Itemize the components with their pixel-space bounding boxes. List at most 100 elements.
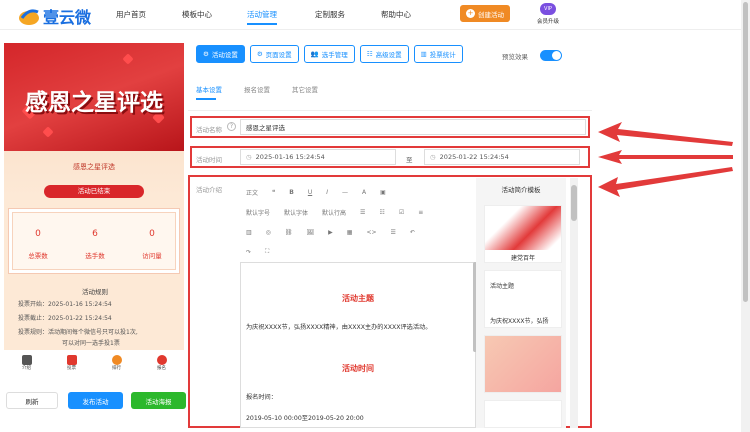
rank-label: 排行 xyxy=(112,365,121,371)
redo-icon[interactable]: ↷ xyxy=(246,249,251,256)
template-card[interactable]: 建党百年 xyxy=(484,205,562,263)
bottom-nav-vote[interactable]: 投票 xyxy=(66,354,77,371)
poster-button[interactable]: 活动海报 xyxy=(131,392,186,409)
image-icon[interactable]: 🖼 xyxy=(307,229,315,236)
tab-contestant-management[interactable]: 👥 选手管理 xyxy=(303,45,355,63)
preview-bottom-nav: 介绍 投票 排行 报名 xyxy=(4,350,184,375)
checklist-icon[interactable]: ☑ xyxy=(399,209,404,216)
bg-color-button[interactable]: ▣ xyxy=(380,189,386,196)
stat-label-visits: 访问量 xyxy=(142,252,162,260)
content-paragraph: 报名时间： xyxy=(246,394,277,401)
stat-value-visits: 0 xyxy=(149,229,155,239)
intro-label: 介绍 xyxy=(22,365,31,371)
quote-button[interactable]: ❝ xyxy=(272,189,275,196)
template-caption: 为庆祝XXXX节，弘扬 xyxy=(490,318,549,325)
toolbar-row: ↷ ⛶ xyxy=(246,242,472,262)
plus-icon: + xyxy=(466,9,475,18)
italic-button[interactable]: I xyxy=(326,189,328,196)
rank-icon xyxy=(111,354,122,365)
nav-template-center[interactable]: 模板中心 xyxy=(182,9,212,20)
logo-icon xyxy=(19,9,39,25)
heart-decoration xyxy=(42,126,54,138)
divider-icon[interactable]: ☰ xyxy=(391,229,396,236)
help-icon[interactable]: ? xyxy=(227,122,236,131)
undo-icon[interactable]: ↶ xyxy=(410,229,415,236)
numbered-list-icon[interactable]: ☷ xyxy=(379,209,384,216)
rich-text-editor[interactable]: 活动主题 为庆祝XXXX节，弘扬XXXX精神，由XXXX主办的XXXX评选活动。… xyxy=(240,262,476,428)
subtab-underline xyxy=(196,98,216,100)
stats-box xyxy=(12,212,176,270)
video-icon[interactable]: ▶ xyxy=(328,229,333,236)
nav-activity-management[interactable]: 活动管理 xyxy=(247,9,277,25)
bullet-list-icon[interactable]: ☰ xyxy=(360,209,365,216)
name-value: 感恩之星评选 xyxy=(246,124,285,132)
nav-help-center[interactable]: 帮助中心 xyxy=(381,9,411,20)
tab-label: 选手管理 xyxy=(321,51,348,59)
tab-page-settings[interactable]: ⚙ 页面设置 xyxy=(249,45,299,63)
subtab-signup[interactable]: 报名设置 xyxy=(244,84,270,94)
table-icon[interactable]: ▦ xyxy=(347,229,353,236)
font-color-button[interactable]: A xyxy=(362,189,366,196)
hr-button[interactable]: — xyxy=(342,189,348,196)
create-activity-button[interactable]: + 创建活动 xyxy=(460,5,510,22)
refresh-button[interactable]: 刷新 xyxy=(6,392,58,409)
rich-text-toolbar: 正文 ❝ B U I — A ▣ 默认字号 默认字体 默认行高 ☰ ☷ ☑ ≡ … xyxy=(246,182,472,260)
fullscreen-icon[interactable]: ⛶ xyxy=(265,248,269,256)
end-time-value: 2025-01-22 15:24:54 xyxy=(439,153,509,161)
toggle-knob xyxy=(552,51,561,60)
tab-label: 投票统计 xyxy=(429,51,456,59)
content-paragraph: 2019-05-10 00:00至2019-05-20 20:00 xyxy=(246,415,364,422)
editor-tabs: ⚙ 活动设置 ⚙ 页面设置 👥 选手管理 ☷ 高级设置 ▥ 投票统计 xyxy=(196,45,463,63)
gear-icon: ⚙ xyxy=(256,50,263,58)
bottom-nav-rank[interactable]: 排行 xyxy=(111,354,122,371)
users-icon: 👥 xyxy=(310,50,319,58)
rule-start: 投票开始：2025-01-16 15:24:54 xyxy=(18,301,112,308)
panel-scrollbar-thumb[interactable] xyxy=(571,185,577,221)
content-paragraph: 为庆祝XXXX节，弘扬XXXX精神，由XXXX主办的XXXX评选活动。 xyxy=(246,324,432,331)
name-input[interactable]: 感恩之星评选 xyxy=(240,119,586,135)
emoji-icon[interactable]: ◎ xyxy=(266,229,271,236)
indent-icon[interactable]: ▥ xyxy=(246,229,252,236)
nav-custom-service[interactable]: 定制服务 xyxy=(315,9,345,20)
start-time-input[interactable]: ◷ 2025-01-16 15:24:54 xyxy=(240,149,396,165)
logo-text: 壹云微 xyxy=(43,8,92,27)
tab-label: 活动设置 xyxy=(211,51,238,59)
template-card[interactable]: 活动主题 为庆祝XXXX节，弘扬 xyxy=(484,270,562,328)
bottom-nav-signup[interactable]: 报名 xyxy=(156,354,167,371)
name-label: 活动名称 xyxy=(196,126,222,134)
vip-icon: VIP xyxy=(540,3,556,15)
end-time-input[interactable]: ◷ 2025-01-22 15:24:54 xyxy=(424,149,580,165)
nav-user-home[interactable]: 用户首页 xyxy=(116,9,146,20)
bold-button[interactable]: B xyxy=(289,189,294,196)
stat-label-contestants: 选手数 xyxy=(85,252,105,260)
signup-label: 报名 xyxy=(157,365,166,371)
bottom-nav-intro[interactable]: 介绍 xyxy=(21,354,32,371)
vip-label: 会员升级 xyxy=(536,19,559,25)
code-icon[interactable]: <> xyxy=(366,229,376,236)
tab-advanced-settings[interactable]: ☷ 高级设置 xyxy=(359,45,409,63)
font-family-dropdown[interactable]: 默认字体 xyxy=(284,208,308,217)
link-icon[interactable]: ⛓ xyxy=(285,229,293,236)
brand-logo[interactable]: 壹云微 xyxy=(18,4,91,28)
line-height-dropdown[interactable]: 默认行高 xyxy=(322,208,346,217)
vip-upgrade[interactable]: VIP 会员升级 xyxy=(532,3,564,25)
font-size-dropdown[interactable]: 默认字号 xyxy=(246,208,270,217)
publish-button[interactable]: 发布活动 xyxy=(68,392,123,409)
align-icon[interactable]: ≡ xyxy=(418,209,423,216)
toolbar-row: 正文 ❝ B U I — A ▣ xyxy=(246,182,472,202)
template-card[interactable] xyxy=(484,335,562,393)
tab-activity-settings[interactable]: ⚙ 活动设置 xyxy=(196,45,245,63)
page-scrollbar-thumb[interactable] xyxy=(743,2,748,302)
vote-label: 投票 xyxy=(67,365,76,371)
subtab-basic[interactable]: 基本设置 xyxy=(196,84,222,94)
content-heading-theme: 活动主题 xyxy=(342,294,374,303)
rule-vote: 投票规则：活动期间每个微信号只可以投1次, xyxy=(18,329,138,336)
rule-vote-cont: 可以对同一选手投1票 xyxy=(62,340,120,347)
template-card[interactable] xyxy=(484,400,562,428)
underline-button[interactable]: U xyxy=(308,189,312,196)
subtab-other[interactable]: 其它设置 xyxy=(292,84,318,94)
tab-vote-stats[interactable]: ▥ 投票统计 xyxy=(413,45,463,63)
format-dropdown[interactable]: 正文 xyxy=(246,188,258,197)
time-label: 活动时间 xyxy=(196,156,222,164)
chart-icon: ▥ xyxy=(420,50,427,58)
